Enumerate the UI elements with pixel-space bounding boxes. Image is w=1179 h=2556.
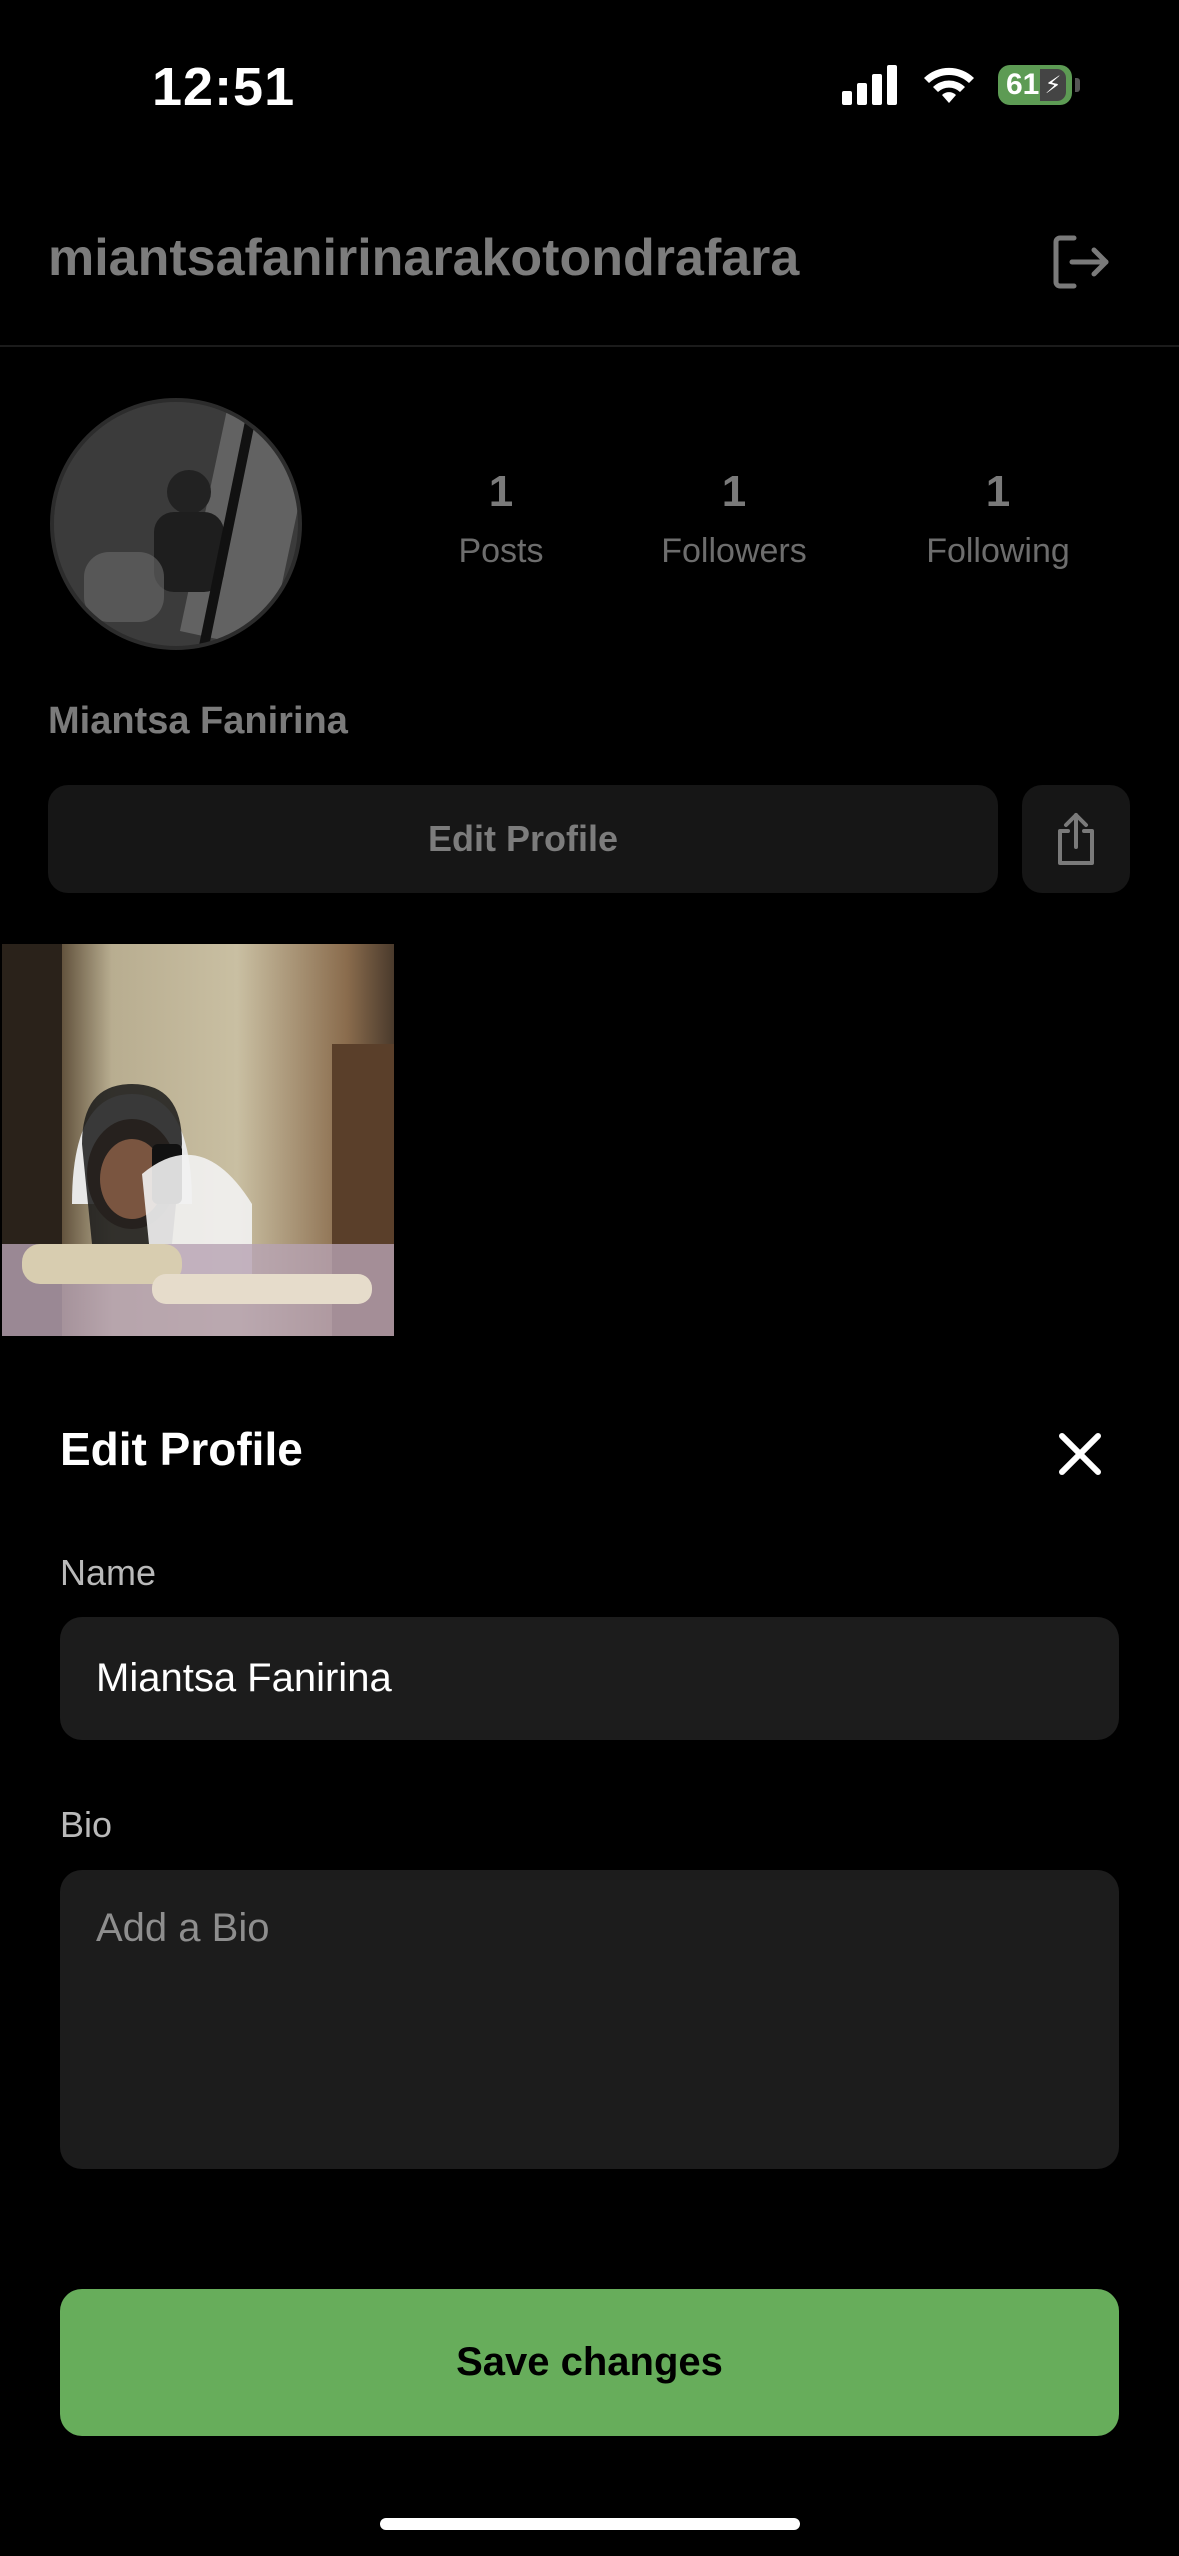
- stat-followers-label: Followers: [661, 532, 807, 570]
- stat-posts-value: 1: [488, 467, 514, 516]
- name-label: Name: [60, 1552, 157, 1593]
- stat-posts-label: Posts: [458, 532, 544, 570]
- share-icon: [1058, 813, 1094, 865]
- stat-followers-value: 1: [721, 467, 747, 516]
- profile-display-name: Miantsa Fanirina: [48, 700, 348, 742]
- battery-level: 61: [1006, 68, 1040, 101]
- battery-charging-icon: 61 ⚡: [998, 65, 1080, 105]
- stat-followers[interactable]: 1 Followers: [634, 470, 834, 571]
- logout-icon[interactable]: [1048, 230, 1112, 294]
- edit-profile-button[interactable]: Edit Profile: [48, 785, 998, 893]
- wifi-icon: [924, 67, 974, 103]
- name-input[interactable]: Miantsa Fanirina: [60, 1617, 1119, 1740]
- status-time: 12:51: [152, 57, 296, 117]
- post-thumbnail[interactable]: [2, 944, 394, 1336]
- stat-posts[interactable]: 1 Posts: [401, 470, 601, 571]
- stat-following-value: 1: [985, 467, 1011, 516]
- close-icon[interactable]: [1052, 1426, 1108, 1482]
- stat-following-label: Following: [926, 532, 1070, 570]
- signal-icon: [842, 65, 897, 105]
- save-changes-button[interactable]: Save changes: [60, 2289, 1119, 2436]
- edit-sheet-title: Edit Profile: [60, 1423, 303, 1475]
- bio-placeholder: Add a Bio: [96, 1906, 270, 1950]
- bio-label: Bio: [60, 1804, 113, 1845]
- status-icons: 61 ⚡: [840, 60, 1080, 110]
- share-button[interactable]: [1022, 785, 1130, 893]
- avatar[interactable]: [50, 398, 302, 650]
- profile-username: miantsafanirinarakotondrafara: [48, 229, 800, 287]
- bio-input[interactable]: Add a Bio: [60, 1870, 1119, 2169]
- bolt-icon: ⚡: [1040, 69, 1066, 101]
- home-indicator[interactable]: [380, 2518, 800, 2530]
- header-divider: [0, 345, 1179, 347]
- stat-following[interactable]: 1 Following: [898, 470, 1098, 571]
